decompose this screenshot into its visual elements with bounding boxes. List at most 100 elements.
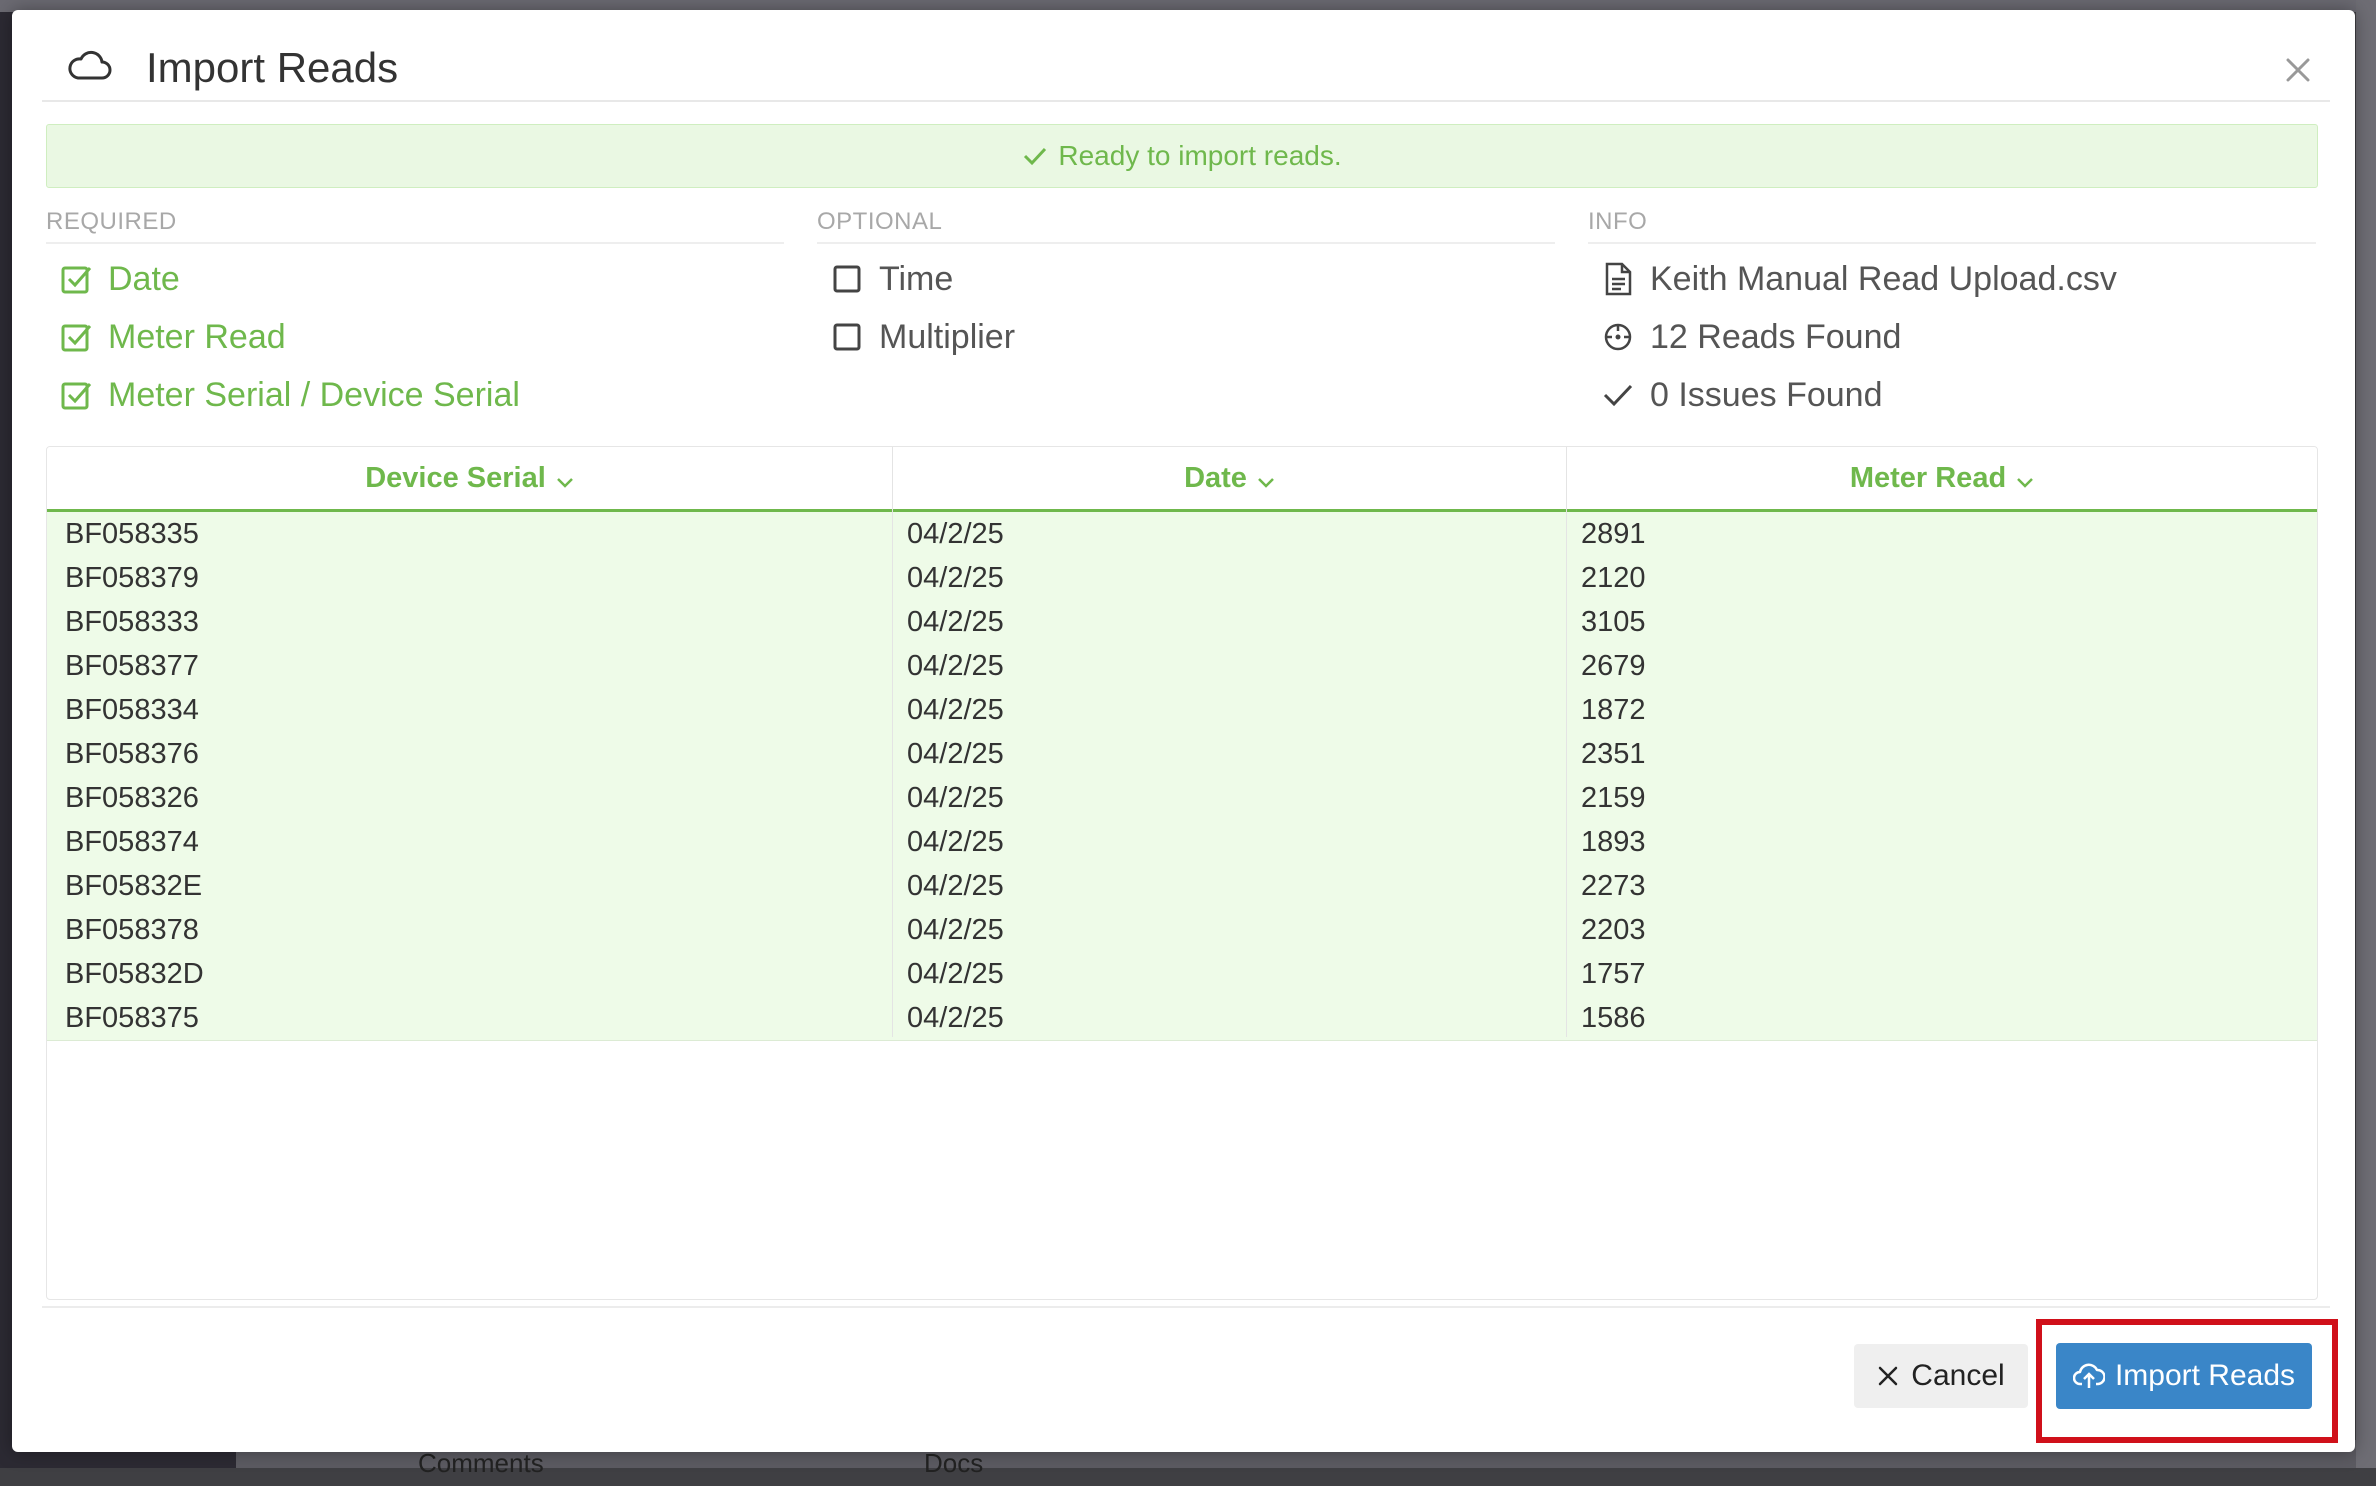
cell-date: 04/2/25: [907, 870, 1004, 902]
info-heading: INFO: [1588, 208, 2316, 244]
cell-device-serial: BF058326: [65, 782, 199, 814]
cell-meter-read: 1757: [1581, 958, 1646, 990]
cell-device-serial: BF058335: [65, 518, 199, 550]
cell-meter-read: 3105: [1581, 606, 1646, 638]
meter-gauge-icon: [1600, 319, 1636, 355]
ready-status-banner: Ready to import reads.: [46, 124, 2318, 188]
close-icon: [1877, 1365, 1899, 1387]
table-row: BF058333 04/2/25 3105: [47, 600, 2317, 645]
required-field-serial: Meter Serial / Device Serial: [58, 370, 520, 420]
cell-date: 04/2/25: [907, 694, 1004, 726]
cell-meter-read: 2203: [1581, 914, 1646, 946]
info-reads-found: 12 Reads Found: [1600, 312, 1901, 362]
table-row: BF058374 04/2/25 1893: [47, 820, 2317, 865]
column-header-date[interactable]: Date: [893, 447, 1566, 509]
column-divider: [892, 447, 893, 1037]
optional-field-label: Time: [879, 259, 954, 298]
table-row: BF05832D 04/2/25 1757: [47, 952, 2317, 997]
cell-meter-read: 1893: [1581, 826, 1646, 858]
info-issues-found: 0 Issues Found: [1600, 370, 1882, 420]
column-header-label: Meter Read: [1849, 462, 2007, 494]
cell-device-serial: BF058376: [65, 738, 199, 770]
cell-meter-read: 2273: [1581, 870, 1646, 902]
required-field-date: Date: [58, 254, 180, 304]
cell-device-serial: BF058333: [65, 606, 199, 638]
table-row: BF058378 04/2/25 2203: [47, 908, 2317, 953]
optional-section: OPTIONAL: [817, 208, 1555, 244]
required-field-label: Meter Read: [108, 317, 286, 356]
checked-box-icon: [58, 261, 94, 297]
footer-divider: [42, 1306, 2330, 1308]
cell-device-serial: BF058375: [65, 1002, 199, 1034]
background-right-edge: [2356, 0, 2376, 1468]
table-row: BF058334 04/2/25 1872: [47, 688, 2317, 733]
table-header: Device Serial Date Meter Read: [47, 447, 2317, 512]
banner-text: Ready to import reads.: [1058, 140, 1342, 171]
cancel-button-label: Cancel: [1911, 1359, 2005, 1392]
cell-device-serial: BF05832D: [65, 958, 204, 990]
table-row: BF058375 04/2/25 1586: [47, 996, 2317, 1041]
table-row: BF05832E 04/2/25 2273: [47, 864, 2317, 909]
cell-date: 04/2/25: [907, 650, 1004, 682]
required-heading: REQUIRED: [46, 208, 784, 244]
table-row: BF058379 04/2/25 2120: [47, 556, 2317, 601]
unchecked-box-icon[interactable]: [829, 319, 865, 355]
cell-device-serial: BF05832E: [65, 870, 203, 902]
document-icon: [1600, 261, 1636, 297]
optional-field-multiplier[interactable]: Multiplier: [829, 312, 1015, 362]
cell-date: 04/2/25: [907, 1002, 1004, 1034]
cell-date: 04/2/25: [907, 738, 1004, 770]
chevron-down-icon: [556, 448, 574, 510]
cell-date: 04/2/25: [907, 782, 1004, 814]
info-reads-found-text: 12 Reads Found: [1650, 317, 1902, 356]
cancel-button[interactable]: Cancel: [1854, 1344, 2028, 1408]
column-header-label: Date: [1184, 462, 1247, 494]
cell-device-serial: BF058334: [65, 694, 199, 726]
close-icon[interactable]: [2280, 52, 2316, 88]
info-issues-found-text: 0 Issues Found: [1650, 375, 1883, 414]
import-reads-button-label: Import Reads: [2114, 1359, 2296, 1392]
cell-date: 04/2/25: [907, 914, 1004, 946]
cell-date: 04/2/25: [907, 606, 1004, 638]
optional-field-label: Multiplier: [879, 317, 1016, 356]
info-file-name: Keith Manual Read Upload.csv: [1600, 254, 2117, 304]
table-row: BF058335 04/2/25 2891: [47, 512, 2317, 557]
modal-title: Import Reads: [146, 44, 399, 91]
table-row: BF058326 04/2/25 2159: [47, 776, 2317, 821]
cell-meter-read: 2120: [1581, 562, 1646, 594]
cell-date: 04/2/25: [907, 826, 1004, 858]
cell-meter-read: 2891: [1581, 518, 1646, 550]
cell-date: 04/2/25: [907, 518, 1004, 550]
cell-meter-read: 1872: [1581, 694, 1646, 726]
cell-meter-read: 1586: [1581, 1002, 1646, 1034]
optional-field-time[interactable]: Time: [829, 254, 953, 304]
required-section: REQUIRED: [46, 208, 784, 244]
check-icon: [1600, 377, 1636, 413]
optional-heading: OPTIONAL: [817, 208, 1555, 244]
required-field-label: Meter Serial / Device Serial: [108, 375, 520, 414]
required-field-meter-read: Meter Read: [58, 312, 286, 362]
modal-header: Import Reads: [42, 10, 2330, 102]
checked-box-icon: [58, 377, 94, 413]
column-header-device-serial[interactable]: Device Serial: [47, 447, 892, 509]
chevron-down-icon: [2016, 448, 2034, 510]
checked-box-icon: [58, 319, 94, 355]
cell-device-serial: BF058378: [65, 914, 199, 946]
cell-device-serial: BF058379: [65, 562, 199, 594]
import-reads-modal: Import Reads Ready to import reads. REQU…: [12, 10, 2355, 1452]
info-file-name-text: Keith Manual Read Upload.csv: [1650, 259, 2117, 298]
cloud-icon: [66, 48, 112, 82]
cell-device-serial: BF058377: [65, 650, 199, 682]
column-header-meter-read[interactable]: Meter Read: [1567, 447, 2317, 509]
chevron-down-icon: [1257, 448, 1275, 510]
info-section: INFO: [1588, 208, 2316, 244]
cell-meter-read: 2159: [1581, 782, 1646, 814]
import-reads-button[interactable]: Import Reads: [2056, 1343, 2312, 1409]
cell-date: 04/2/25: [907, 958, 1004, 990]
column-header-label: Device Serial: [365, 462, 546, 494]
cell-meter-read: 2679: [1581, 650, 1646, 682]
table-row: BF058377 04/2/25 2679: [47, 644, 2317, 689]
unchecked-box-icon[interactable]: [829, 261, 865, 297]
cloud-upload-icon: [2072, 1362, 2105, 1390]
check-icon: [1022, 127, 1048, 189]
